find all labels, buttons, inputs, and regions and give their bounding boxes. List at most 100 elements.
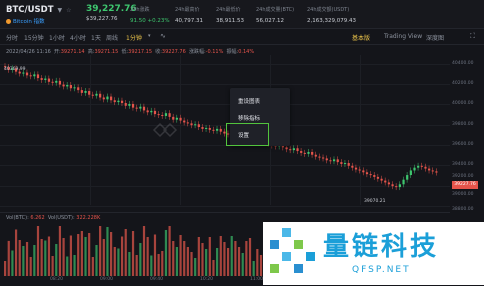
volume-bar — [22, 246, 25, 276]
volume-bar — [201, 243, 204, 276]
timeframe-tab[interactable]: 15分钟 — [24, 33, 44, 42]
candle — [80, 90, 83, 93]
candle — [402, 179, 405, 185]
timeframe-tab[interactable]: 4小时 — [70, 33, 86, 42]
volume-bar — [66, 256, 69, 276]
volume-bar — [237, 247, 241, 276]
index-link[interactable]: Bitcoin 指数 — [6, 17, 45, 25]
volume-bar — [73, 255, 76, 276]
candle — [340, 162, 343, 164]
stat-24h-change: 24h涨跌 91.50 +0.23% — [130, 6, 170, 24]
candle — [369, 174, 372, 176]
volume-bar — [55, 244, 58, 276]
volume-bar — [223, 242, 226, 276]
timeframe-tab[interactable]: 1小时 — [49, 33, 65, 42]
volume-bar — [197, 237, 200, 276]
candlestick-chart[interactable] — [0, 55, 450, 212]
timeframe-tab[interactable]: 1天 — [91, 33, 101, 42]
candle — [120, 100, 124, 104]
chevron-down-icon[interactable]: ▾ — [148, 33, 151, 39]
candle — [296, 148, 299, 152]
volume-bar — [216, 248, 219, 276]
candle — [435, 171, 438, 173]
candle — [194, 124, 197, 126]
timeframe-tab[interactable]: 分时 — [6, 33, 18, 42]
volume-bar — [135, 255, 138, 276]
volume-bar — [186, 247, 189, 276]
volume-bar — [153, 234, 157, 276]
candle — [413, 167, 416, 171]
candle — [73, 87, 76, 89]
watermark-text: 量链科技 — [323, 232, 440, 262]
candle — [47, 78, 51, 82]
candle — [58, 80, 62, 85]
menu-item-remove-indicator[interactable]: 移除指标 — [238, 114, 260, 122]
volume-bar — [248, 238, 252, 276]
fullscreen-icon[interactable]: ⛶ — [470, 32, 475, 41]
volume-bar — [226, 248, 230, 276]
symbol-selector[interactable]: BTC/USDT ▼ ☆ — [6, 5, 72, 15]
candle — [311, 151, 314, 155]
candle — [117, 100, 120, 103]
candle — [358, 169, 361, 171]
volume-bar — [33, 245, 36, 276]
candle — [33, 74, 36, 77]
stat-value: 2,163,329,079.43 — [307, 18, 356, 24]
indicator-icon[interactable]: ∿ — [160, 32, 166, 40]
stat-value: 56,027.12 — [256, 18, 284, 24]
candle — [362, 170, 365, 173]
candle — [431, 170, 434, 172]
candle — [77, 87, 80, 91]
candle — [351, 165, 354, 168]
high-marker: 40369.99 — [4, 67, 26, 72]
candle — [190, 123, 193, 126]
volume-bar — [91, 257, 94, 276]
volume-bar — [25, 242, 29, 276]
candle — [197, 124, 200, 128]
last-price-usd: $39,227.76 — [86, 16, 118, 22]
volume-bar — [164, 230, 168, 276]
candle — [325, 158, 328, 161]
volume-bar — [36, 226, 40, 276]
candle — [66, 85, 69, 87]
candle — [285, 147, 288, 150]
index-label: Bitcoin 指数 — [13, 19, 45, 25]
view-depth[interactable]: 深度图 — [426, 33, 444, 42]
candle — [110, 96, 113, 101]
volume-bar — [252, 261, 255, 276]
candle — [205, 127, 208, 129]
candle — [91, 94, 94, 96]
time-tick: 08:20 — [50, 277, 63, 282]
volume-bar — [128, 252, 131, 276]
low-marker: 39070.21 — [364, 199, 386, 204]
price-tick: 39400.00 — [452, 162, 474, 167]
volume-bar — [88, 233, 91, 276]
candle — [354, 167, 358, 170]
candle — [161, 115, 164, 117]
menu-item-reset-chart[interactable]: 重设图表 — [238, 97, 260, 105]
volume-bar — [62, 238, 65, 276]
view-tradingview[interactable]: Trading View — [384, 33, 422, 40]
candle — [40, 78, 43, 80]
volume-bar — [29, 257, 32, 276]
view-basic[interactable]: 基本版 — [352, 33, 370, 42]
candle — [336, 159, 339, 163]
timeframe-tab[interactable]: 周线 — [106, 33, 118, 42]
volume-bar — [208, 237, 211, 276]
candle — [307, 151, 310, 154]
volume-label: Vol(BTC): — [6, 215, 29, 221]
chevron-down-icon: ▼ — [57, 6, 63, 14]
star-icon[interactable]: ☆ — [66, 7, 71, 14]
volume-bar — [146, 237, 149, 276]
candle — [128, 103, 131, 106]
symbol-label: BTC/USDT — [6, 5, 54, 15]
volume-bar — [117, 248, 120, 276]
candle — [420, 165, 423, 167]
candle — [303, 152, 306, 154]
candle — [216, 128, 219, 131]
candle — [131, 103, 135, 108]
timeframe-tab-active[interactable]: 1分钟 — [126, 33, 142, 42]
time-tick: 11:00 — [250, 277, 263, 282]
volume-bar — [106, 227, 109, 276]
volume-bar — [183, 241, 186, 276]
